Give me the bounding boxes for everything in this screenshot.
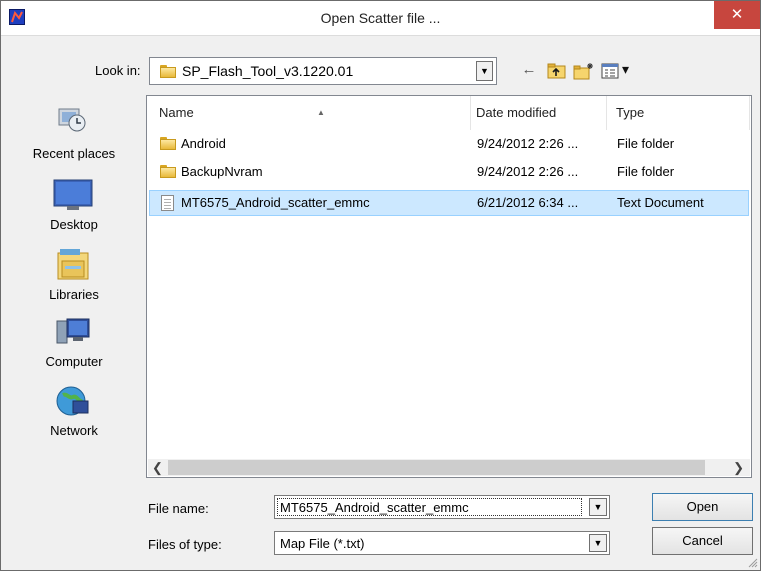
open-button[interactable]: Open — [652, 493, 753, 521]
recent-places-icon — [58, 108, 86, 132]
up-folder-icon — [547, 63, 566, 79]
file-date: 9/24/2012 2:26 ... — [477, 136, 579, 151]
file-name-combobox[interactable]: MT6575_Android_scatter_emmc ▼ — [274, 495, 610, 519]
scroll-right-icon[interactable]: ❯ — [733, 459, 744, 476]
computer-icon — [56, 318, 90, 344]
column-header-type[interactable]: Type — [616, 96, 736, 130]
file-date: 9/24/2012 2:26 ... — [477, 164, 579, 179]
look-in-value: SP_Flash_Tool_v3.1220.01 — [182, 63, 354, 79]
folder-icon — [160, 165, 176, 178]
sort-up-icon: ▲ — [317, 108, 325, 117]
view-menu-button[interactable]: ▾ — [601, 61, 635, 81]
back-button[interactable]: ← — [519, 61, 539, 81]
places-bar: Recent places Desktop Libraries Computer… — [9, 95, 139, 485]
new-folder-icon — [573, 63, 593, 80]
file-row-mt6575-scatter[interactable]: MT6575_Android_scatter_emmc 6/21/2012 6:… — [149, 190, 749, 216]
horizontal-scrollbar[interactable]: ❮ ❯ — [148, 459, 750, 476]
scrollbar-thumb[interactable] — [168, 460, 705, 475]
up-folder-button[interactable] — [546, 61, 568, 81]
window-title: Open Scatter file ... — [320, 10, 441, 26]
column-divider[interactable] — [606, 96, 607, 130]
chevron-down-icon[interactable]: ▼ — [476, 61, 493, 81]
chevron-down-icon: ▾ — [622, 61, 630, 77]
cancel-button[interactable]: Cancel — [652, 527, 753, 555]
file-type-label: Files of type: — [148, 537, 222, 552]
chevron-down-icon[interactable]: ▼ — [589, 498, 607, 516]
column-header-date-modified[interactable]: Date modified — [476, 96, 596, 130]
file-name: Android — [181, 136, 226, 151]
desktop-icon — [53, 179, 93, 210]
title-bar[interactable]: Open Scatter file ... ✕ — [1, 1, 760, 36]
close-icon: ✕ — [730, 6, 744, 23]
file-name: MT6575_Android_scatter_emmc — [181, 195, 370, 210]
close-button[interactable]: ✕ — [714, 1, 760, 29]
place-computer[interactable]: Computer — [9, 313, 139, 379]
place-label: Libraries — [49, 287, 99, 302]
place-libraries[interactable]: Libraries — [9, 245, 139, 311]
file-name-label: File name: — [148, 501, 209, 516]
column-divider[interactable] — [470, 96, 471, 130]
file-name-value: MT6575_Android_scatter_emmc — [280, 500, 469, 515]
file-type-select[interactable]: Map File (*.txt) ▼ — [274, 531, 610, 555]
place-label: Desktop — [50, 217, 98, 232]
column-label: Type — [616, 105, 645, 120]
view-grid-icon — [601, 63, 619, 79]
file-name: BackupNvram — [181, 164, 263, 179]
scroll-left-icon[interactable]: ❮ — [152, 459, 163, 476]
file-type: Text Document — [617, 195, 704, 210]
place-label: Recent places — [32, 146, 116, 161]
file-row-backupnvram[interactable]: BackupNvram 9/24/2012 2:26 ... File fold… — [149, 159, 749, 185]
column-divider[interactable] — [749, 96, 750, 130]
text-document-icon — [161, 195, 174, 211]
look-in-dropdown[interactable]: SP_Flash_Tool_v3.1220.01 ▼ — [149, 57, 497, 85]
new-folder-button[interactable] — [573, 61, 595, 81]
file-list[interactable]: Name ▲ Date modified Type Android 9/24/2… — [146, 95, 752, 478]
column-label: Date modified — [476, 105, 557, 120]
column-header-name[interactable]: Name ▲ — [159, 96, 479, 130]
place-recent-places[interactable]: Recent places — [9, 95, 139, 165]
place-label: Computer — [45, 354, 103, 369]
network-icon — [56, 386, 89, 416]
folder-icon — [160, 65, 176, 78]
libraries-icon — [57, 249, 89, 280]
file-row-android[interactable]: Android 9/24/2012 2:26 ... File folder — [149, 131, 749, 157]
look-in-label: Look in: — [95, 63, 141, 78]
file-type: File folder — [617, 164, 675, 179]
chevron-down-icon[interactable]: ▼ — [589, 534, 607, 552]
open-dialog: Open Scatter file ... ✕ Look in: SP_Flas… — [0, 0, 761, 571]
folder-icon — [160, 137, 176, 150]
file-date: 6/21/2012 6:34 ... — [477, 195, 579, 210]
place-network[interactable]: Network — [9, 381, 139, 447]
file-type-value: Map File (*.txt) — [280, 536, 365, 551]
resize-grip-icon[interactable] — [748, 558, 758, 568]
place-label: Network — [50, 423, 98, 438]
file-type: File folder — [617, 136, 675, 151]
back-arrow-icon: ← — [521, 61, 537, 78]
place-desktop[interactable]: Desktop — [9, 175, 139, 241]
column-label: Name — [159, 105, 194, 120]
